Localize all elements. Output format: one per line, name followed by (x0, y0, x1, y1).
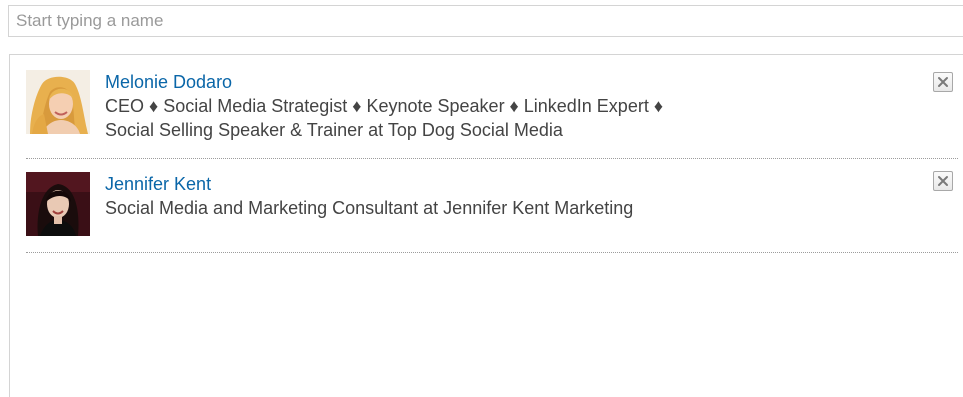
list-item: Jennifer Kent Social Media and Marketing… (26, 159, 958, 253)
remove-button[interactable] (933, 72, 953, 92)
results-panel: Melonie Dodaro CEO ♦ Social Media Strate… (9, 54, 963, 397)
search-field[interactable] (8, 5, 963, 37)
headline-line: Social Media and Marketing Consultant at… (105, 198, 634, 218)
avatar[interactable] (26, 70, 90, 134)
search-input[interactable] (9, 6, 963, 36)
headline-line: CEO ♦ Social Media Strategist ♦ Keynote … (105, 96, 664, 116)
list-item: Melonie Dodaro CEO ♦ Social Media Strate… (26, 67, 958, 159)
remove-button[interactable] (933, 171, 953, 191)
person-name-link[interactable]: Melonie Dodaro (105, 70, 865, 94)
person-photo-icon (26, 70, 90, 134)
name-picker: Melonie Dodaro CEO ♦ Social Media Strate… (0, 0, 963, 397)
close-icon (938, 176, 948, 186)
headline-line: Social Selling Speaker & Trainer at Top … (105, 120, 563, 140)
result-text: Melonie Dodaro CEO ♦ Social Media Strate… (105, 70, 865, 142)
person-name-link[interactable]: Jennifer Kent (105, 172, 865, 196)
close-icon (938, 77, 948, 87)
avatar[interactable] (26, 172, 90, 236)
person-photo-icon (26, 172, 90, 236)
result-text: Jennifer Kent Social Media and Marketing… (105, 172, 865, 220)
